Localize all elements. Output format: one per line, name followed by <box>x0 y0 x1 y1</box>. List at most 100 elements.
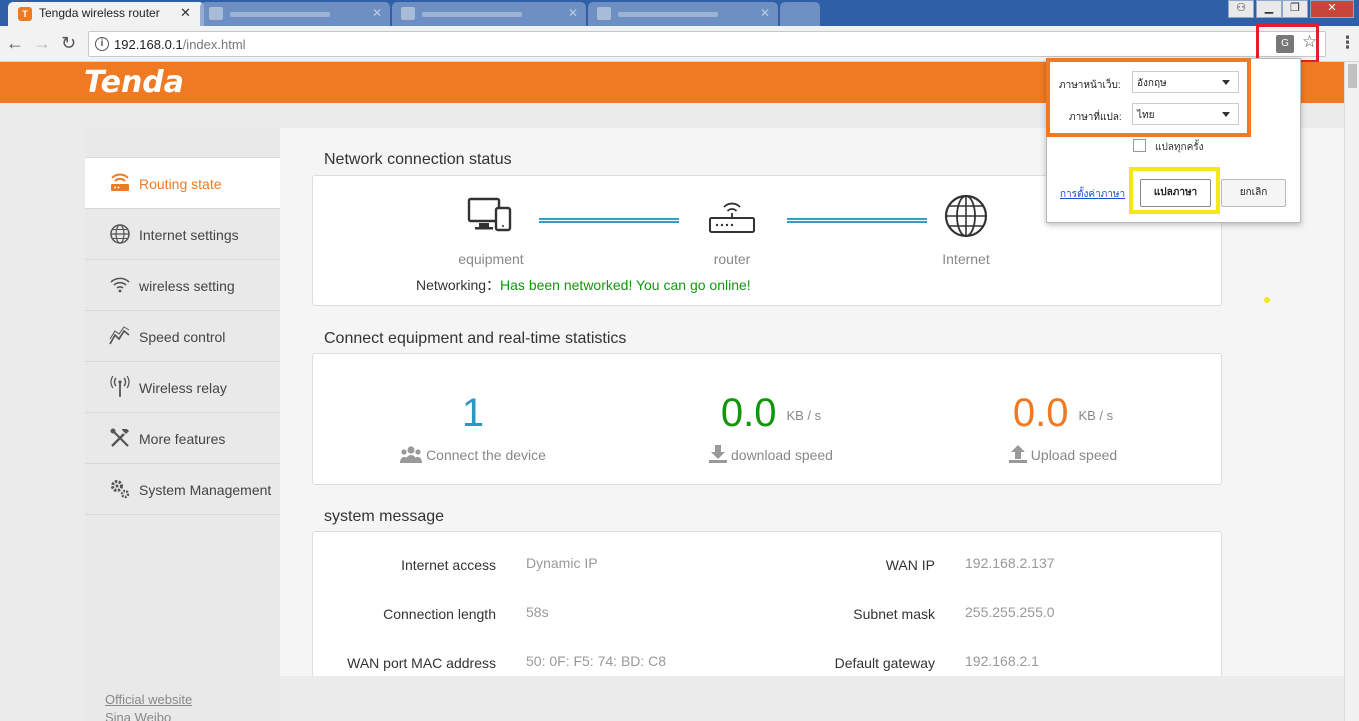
stat-value: 0.0 <box>720 391 777 435</box>
browser-tab-bar: T Tengda wireless router ✕ ✕ ✕ ✕ ⚇ ▁ ❐ ✕ <box>0 0 1359 26</box>
tools-icon <box>110 428 129 447</box>
tab-title-blurred <box>230 12 330 17</box>
back-arrow-icon[interactable]: ← <box>6 33 24 54</box>
node-caption: equipment <box>458 251 524 267</box>
address-bar[interactable]: i 192.168.0.1/index.html <box>88 31 1326 57</box>
facebook-favicon-icon <box>401 7 415 20</box>
tab-close-icon[interactable]: ✕ <box>568 6 578 20</box>
sidebar-item-wireless-setting[interactable]: wireless setting <box>85 260 280 311</box>
globe-icon <box>110 224 130 244</box>
language-settings-link[interactable]: การตั้งค่าภาษา <box>1060 187 1125 202</box>
sidebar-item-internet-settings[interactable]: Internet settings <box>85 209 280 260</box>
wan-ip-label: WAN IP <box>885 557 935 573</box>
stat-label: download speed <box>731 447 833 463</box>
restore-icon[interactable]: ❐ <box>1282 0 1308 18</box>
gears-icon <box>111 480 130 499</box>
tab-background-3[interactable]: ✕ <box>588 2 778 26</box>
sina-weibo-link[interactable]: Sina Weibo <box>105 710 171 721</box>
highlight-box-orange <box>1046 58 1251 137</box>
stat-unit: KB / s <box>1078 408 1114 423</box>
page-scrollbar[interactable] <box>1344 62 1359 721</box>
page-favicon-icon <box>209 7 223 20</box>
sidebar: Routing state Internet settings wireless… <box>85 128 280 721</box>
connection-length-value: 58s <box>526 604 549 620</box>
networking-status: Networking：Has been networked! You can g… <box>416 275 751 295</box>
yellow-dot-marker <box>1264 297 1270 303</box>
upload-icon <box>1008 445 1027 463</box>
footer-strip <box>280 676 1344 721</box>
default-gateway-label: Default gateway <box>834 655 935 671</box>
node-internet: Internet <box>906 194 1026 267</box>
download-icon <box>709 445 727 463</box>
tab-close-icon[interactable]: ✕ <box>372 6 382 20</box>
internet-globe-icon <box>944 194 988 238</box>
browser-menu-icon[interactable]: ⋮ <box>1339 33 1356 53</box>
node-caption: Internet <box>942 251 990 267</box>
tab-background-2[interactable]: ✕ <box>392 2 586 26</box>
tab-title-blurred <box>422 12 522 17</box>
tab-background-1[interactable]: ✕ <box>200 2 390 26</box>
tab-close-icon[interactable]: ✕ <box>760 6 770 20</box>
stat-label: Upload speed <box>1030 447 1118 463</box>
internet-access-value: Dynamic IP <box>526 555 598 571</box>
sidebar-item-speed-control[interactable]: Speed control <box>85 311 280 362</box>
highlight-box-yellow <box>1129 167 1220 214</box>
always-translate-checkbox[interactable] <box>1133 139 1146 152</box>
router-icon <box>111 173 129 191</box>
url-host: 192.168.0.1 <box>114 37 183 52</box>
speed-chart-icon <box>109 326 130 345</box>
users-icon <box>400 446 423 463</box>
minimize-icon[interactable]: ▁ <box>1256 0 1282 18</box>
stat-upload-speed: 0.0 KB / s Upload speed <box>963 391 1163 463</box>
networking-status-label: Networking <box>416 277 487 293</box>
sidebar-item-label: More features <box>139 431 226 447</box>
sidebar-item-label: System Management <box>139 482 272 498</box>
stat-value: 1 <box>461 391 485 435</box>
tenda-logo[interactable]: Tenda <box>84 65 184 100</box>
cancel-button[interactable]: ยกเลิก <box>1221 179 1286 207</box>
stat-caption: Connect the device <box>373 445 573 463</box>
forward-arrow-icon[interactable]: → <box>33 33 51 54</box>
subnet-mask-value: 255.255.255.0 <box>965 604 1055 620</box>
sidebar-item-system-management[interactable]: System Management <box>85 464 280 515</box>
connection-line-left <box>539 218 679 223</box>
new-tab-button[interactable] <box>780 2 820 26</box>
sidebar-item-label: Speed control <box>139 329 226 345</box>
connection-length-label: Connection length <box>383 606 496 622</box>
router-device-icon <box>709 202 755 233</box>
sidebar-item-routing-state[interactable]: Routing state <box>85 158 280 209</box>
tenda-favicon-icon: T <box>18 7 32 21</box>
sidebar-item-label: wireless setting <box>139 278 235 294</box>
wan-mac-value: 50: 0F: F5: 74: BD: C8 <box>526 653 667 669</box>
stat-unit: KB / s <box>786 408 822 423</box>
tab-tenda[interactable]: T Tengda wireless router ✕ <box>8 2 204 26</box>
browser-toolbar: ← → ↻ i 192.168.0.1/index.html <box>0 26 1359 62</box>
sidebar-top-spacer <box>85 128 280 158</box>
always-translate-label: แปลทุกครั้ง <box>1155 142 1204 153</box>
sidebar-item-label: Internet settings <box>139 227 239 243</box>
statistics-title: Connect equipment and real-time statisti… <box>324 330 627 347</box>
url-path: /index.html <box>182 37 246 52</box>
sidebar-item-label: Routing state <box>139 176 222 192</box>
networking-status-value: Has been networked! You can go online! <box>500 277 751 293</box>
window-close-icon[interactable]: ✕ <box>1310 0 1354 18</box>
network-status-title: Network connection status <box>324 151 512 168</box>
user-profile-icon[interactable]: ⚇ <box>1228 0 1254 18</box>
sidebar-item-wireless-relay[interactable]: Wireless relay <box>85 362 280 413</box>
node-router: router <box>672 194 792 267</box>
sidebar-item-more-features[interactable]: More features <box>85 413 280 464</box>
antenna-icon <box>110 376 130 397</box>
wan-ip-value: 192.168.2.137 <box>965 555 1055 571</box>
stat-caption: download speed <box>671 445 871 463</box>
node-equipment: equipment <box>431 194 551 267</box>
tab-close-icon[interactable]: ✕ <box>180 5 191 21</box>
info-icon[interactable]: i <box>95 37 109 51</box>
official-website-link[interactable]: Official website <box>105 692 192 707</box>
networking-status-separator: ： <box>486 277 501 293</box>
system-message-title: system message <box>324 508 445 525</box>
wifi-icon <box>110 277 130 293</box>
reload-icon[interactable]: ↻ <box>61 33 76 54</box>
tab-title: Tengda wireless router <box>39 6 160 20</box>
scrollbar-thumb[interactable] <box>1348 64 1357 88</box>
statistics-card: 1 Connect the device 0.0 KB / s download … <box>312 353 1222 485</box>
